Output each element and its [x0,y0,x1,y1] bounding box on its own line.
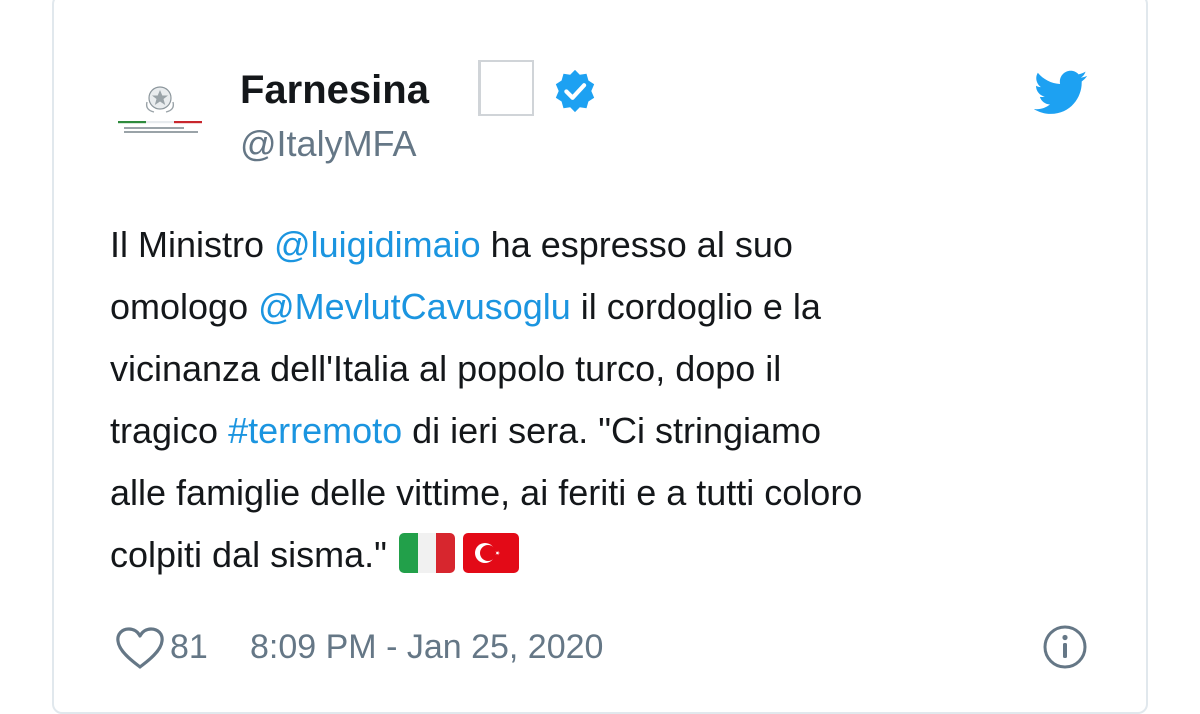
twitter-bird-icon[interactable] [1034,70,1088,116]
tweet-line: omologo @MevlutCavusoglu il cordoglio e … [110,276,1110,338]
tweet-text: Il Ministro @luigidimaio ha espresso al … [110,214,1110,586]
text-segment: ha espresso al suo [480,224,793,265]
mention-mevlutcavusoglu-link[interactable]: @MevlutCavusoglu [258,286,571,327]
italy-flag-emoji [398,533,455,573]
turkey-flag-emoji [462,533,519,573]
info-icon[interactable] [1042,624,1088,670]
flag-placeholder-icon [478,60,534,116]
mention-luigidimaio-link[interactable]: @luigidimaio [274,224,481,265]
heart-icon[interactable] [114,626,166,670]
text-segment: colpiti dal sisma." [110,534,387,575]
hashtag-terremoto-link[interactable]: #terremoto [228,410,402,451]
tweet-line: colpiti dal sisma." [110,524,1110,586]
tweet-line: tragico #terremoto di ieri sera. "Ci str… [110,400,1110,462]
text-segment: alle famiglie delle vittime, ai feriti e… [110,472,863,513]
text-segment: di ieri sera. "Ci stringiamo [402,410,822,451]
verified-badge-icon [555,69,595,113]
author-handle[interactable]: @ItalyMFA [240,122,417,166]
tweet-footer: 81 8:09 PM - Jan 25, 2020 [110,622,1100,672]
tweet-line: Il Ministro @luigidimaio ha espresso al … [110,214,1110,276]
tweet-line: vicinanza dell'Italia al popolo turco, d… [110,338,1110,400]
like-count: 81 [170,628,208,666]
display-name[interactable]: Farnesina [240,66,429,114]
tweet-line: alle famiglie delle vittime, ai feriti e… [110,462,1110,524]
text-segment: tragico [110,410,229,451]
text-segment: vicinanza dell'Italia al popolo turco, d… [110,348,782,389]
text-segment: omologo [110,286,259,327]
text-segment: il cordoglio e la [570,286,821,327]
tweet-timestamp[interactable]: 8:09 PM - Jan 25, 2020 [250,622,603,672]
avatar[interactable] [108,68,212,172]
italy-emblem-logo [108,68,212,172]
text-segment: Il Ministro [110,224,275,265]
